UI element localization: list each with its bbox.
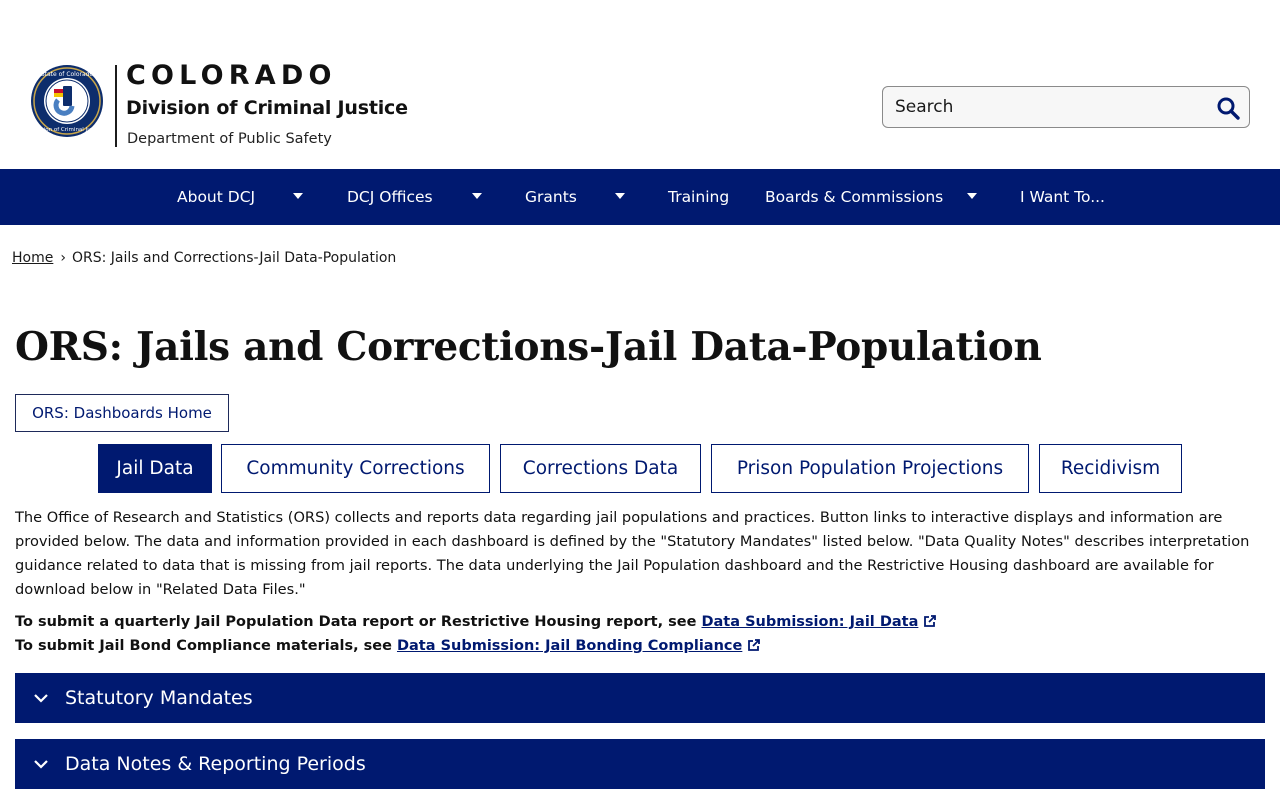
breadcrumb: Home › ORS: Jails and Corrections-Jail Dat… xyxy=(12,250,396,266)
nav-item-boards-commissions[interactable]: Boards & Commissions xyxy=(765,169,943,225)
chevron-down-icon[interactable] xyxy=(472,193,482,199)
submit-jail-data-line: To submit a quarterly Jail Population Da… xyxy=(15,614,937,630)
brand-division-name[interactable]: Division of Criminal Justice xyxy=(126,97,408,119)
dashboards-home-button[interactable]: ORS: Dashboards Home xyxy=(15,394,229,432)
chevron-down-icon[interactable] xyxy=(615,193,625,199)
brand-divider xyxy=(115,65,117,147)
intro-paragraph: The Office of Research and Statistics (O… xyxy=(15,509,1250,598)
main-nav: About DCJ DCJ Offices Grants Training Bo… xyxy=(0,169,1280,225)
tab-corrections-data[interactable]: Corrections Data xyxy=(500,444,701,493)
brand-department-name: Department of Public Safety xyxy=(127,131,332,147)
nav-item-grants[interactable]: Grants xyxy=(525,169,577,225)
nav-item-i-want-to[interactable]: I Want To... xyxy=(1020,169,1105,225)
chevron-down-icon[interactable] xyxy=(293,193,303,199)
data-submission-jail-data-link[interactable]: Data Submission: Jail Data xyxy=(701,614,918,630)
svg-text:Division of Criminal Justice: Division of Criminal Justice xyxy=(30,127,104,133)
page-title: ORS: Jails and Corrections-Jail Data-Pop… xyxy=(15,324,1042,370)
search-input[interactable] xyxy=(884,88,1204,126)
data-submission-jail-bonding-link[interactable]: Data Submission: Jail Bonding Compliance xyxy=(397,638,742,654)
nav-item-about-dcj[interactable]: About DCJ xyxy=(177,169,255,225)
external-link-icon[interactable] xyxy=(747,638,761,652)
breadcrumb-separator: › xyxy=(60,250,66,266)
breadcrumb-current: ORS: Jails and Corrections-Jail Data-Pop… xyxy=(71,250,397,266)
breadcrumb-home-link[interactable]: Home xyxy=(12,250,53,266)
chevron-down-icon xyxy=(34,694,48,703)
site-search xyxy=(882,86,1250,128)
svg-text:State of Colorado: State of Colorado xyxy=(41,71,94,78)
submit-jail-bond-text: To submit Jail Bond Compliance materials… xyxy=(15,638,397,654)
site-header: State of Colorado Division of Criminal J… xyxy=(0,0,1280,169)
nav-item-training[interactable]: Training xyxy=(668,169,729,225)
search-icon[interactable] xyxy=(1215,95,1241,121)
chevron-down-icon[interactable] xyxy=(967,193,977,199)
tab-jail-data[interactable]: Jail Data xyxy=(98,444,212,493)
accordion-label: Data Notes & Reporting Periods xyxy=(65,753,366,775)
submit-jail-data-text: To submit a quarterly Jail Population Da… xyxy=(15,614,702,630)
chevron-down-icon xyxy=(34,760,48,769)
submit-jail-bond-line: To submit Jail Bond Compliance materials… xyxy=(15,638,761,654)
nav-item-dcj-offices[interactable]: DCJ Offices xyxy=(347,169,433,225)
external-link-icon[interactable] xyxy=(923,614,937,628)
brand-state-name: COLORADO xyxy=(126,60,337,91)
accordion-label: Statutory Mandates xyxy=(65,687,253,709)
tab-community-corrections[interactable]: Community Corrections xyxy=(221,444,490,493)
dcj-seal-logo[interactable]: State of Colorado Division of Criminal J… xyxy=(30,64,104,138)
accordion-data-notes-reporting-periods[interactable]: Data Notes & Reporting Periods xyxy=(15,739,1265,789)
tab-prison-population-projections[interactable]: Prison Population Projections xyxy=(711,444,1029,493)
accordion-statutory-mandates[interactable]: Statutory Mandates xyxy=(15,673,1265,723)
tab-recidivism[interactable]: Recidivism xyxy=(1039,444,1182,493)
